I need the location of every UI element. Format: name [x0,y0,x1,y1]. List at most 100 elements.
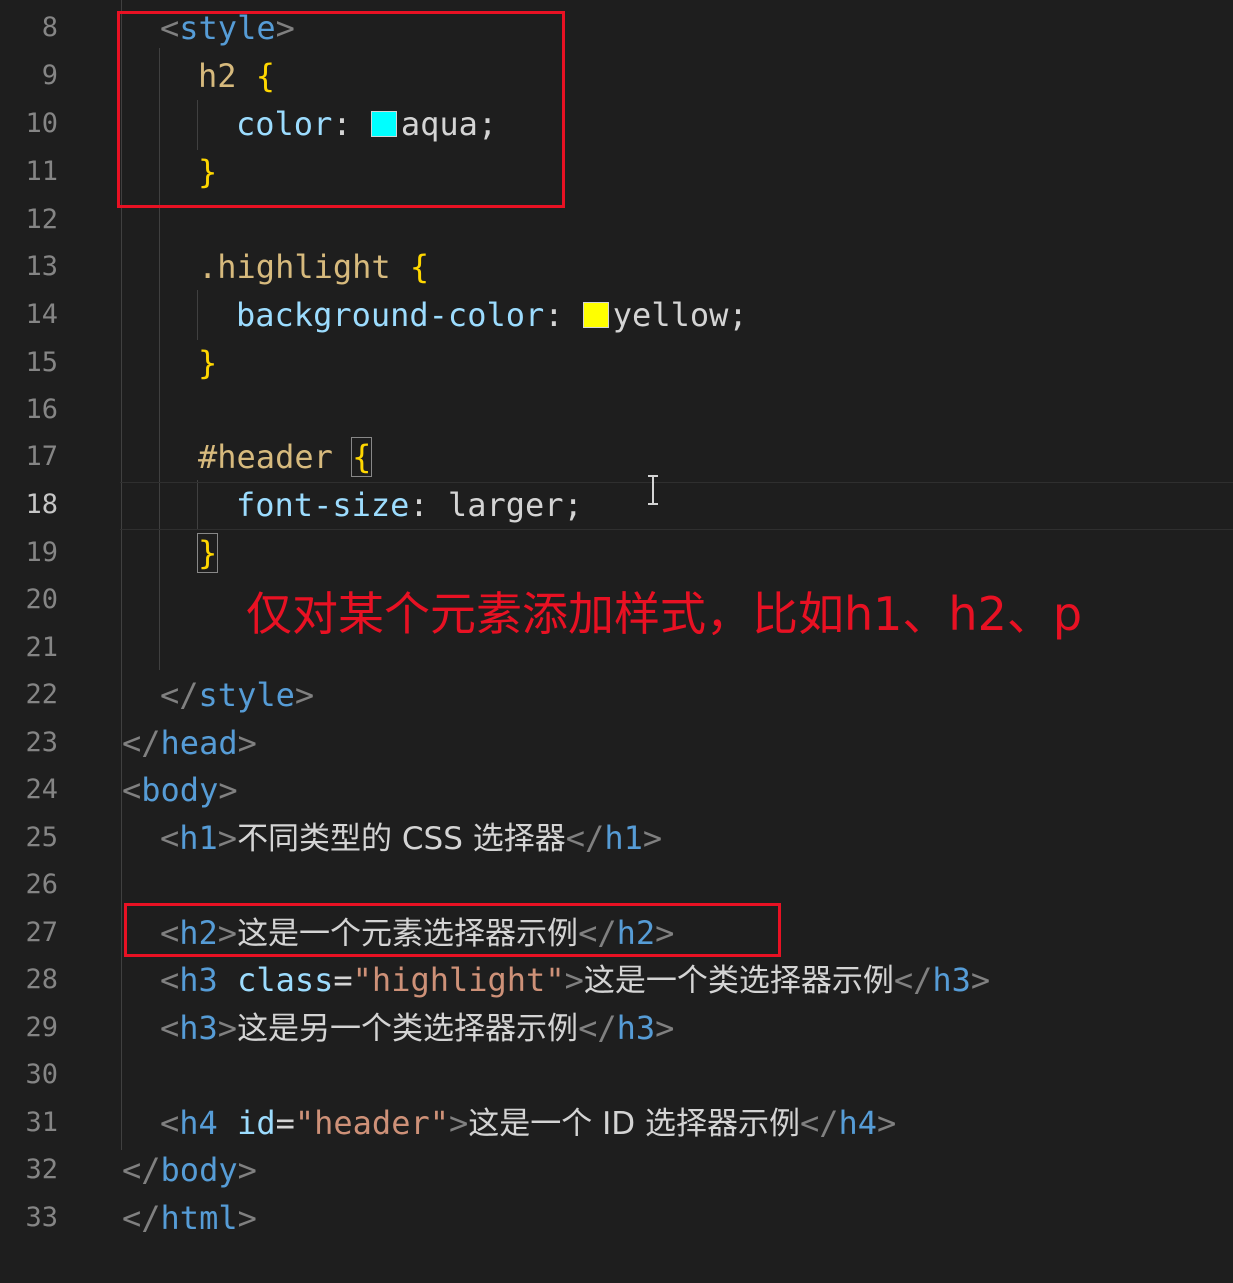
code-token: 这是另一个类选择器示例 [237,1011,579,1047]
text-cursor-icon [648,475,658,505]
code-token: </ [122,1151,161,1189]
line-number: 12 [25,204,58,235]
code-token: h3 [179,961,218,999]
code-token: > [294,676,315,714]
code-token: larger [447,486,564,524]
code-token: = [275,1104,295,1142]
code-token: > [655,1009,675,1047]
line-number: 21 [25,632,58,663]
code-token: > [217,1009,238,1047]
annotation-box-h2-element [124,903,781,957]
line-number: 24 [25,774,58,805]
code-token: .highlight [198,248,391,286]
code-token: > [448,1104,469,1142]
line-number: 10 [25,108,58,139]
code-line[interactable]: <h4 id="header">这是一个 ID 选择器示例</h4> [160,1099,896,1148]
line-number: 32 [25,1154,58,1185]
code-token: 这是一个类选择器示例 [583,963,894,999]
code-line[interactable]: background-color: yellow; [236,291,748,339]
code-token: h3 [932,961,971,999]
code-token: class [237,961,334,999]
code-line[interactable]: .highlight { [198,243,429,291]
line-number: 27 [25,917,58,948]
line-number: 26 [25,869,58,900]
code-line[interactable]: } [196,529,219,577]
code-line[interactable]: </body> [122,1146,257,1194]
line-number: 11 [25,156,58,187]
code-token: > [564,961,584,999]
code-token: head [160,724,238,762]
code-token: </ [122,1199,161,1237]
code-line[interactable]: <body> [122,766,238,814]
code-token: body [160,1151,238,1189]
code-token: background-color [236,296,545,334]
code-token: > [642,819,663,857]
code-token: : [409,486,429,524]
code-token: h3 [179,1009,218,1047]
line-number: 23 [25,727,58,758]
code-token: </ [160,676,199,714]
code-token: < [160,1009,180,1047]
code-token: font-size [236,486,410,524]
indent-guide [197,290,198,340]
line-number: 30 [25,1059,58,1090]
code-token: </ [893,961,933,999]
line-number: 16 [25,394,58,425]
code-token: > [218,771,238,809]
code-token: > [237,724,257,762]
line-number: 17 [25,441,58,472]
annotation-box-style-rule [117,11,565,208]
line-number: 29 [25,1012,58,1043]
code-token: </ [122,724,161,762]
code-token: html [160,1199,238,1237]
code-token: ; [563,486,583,524]
line-number: 25 [25,822,58,853]
code-token: > [970,961,991,999]
code-token: < [122,771,142,809]
code-line[interactable]: </html> [122,1194,257,1242]
code-token: h1 [179,819,218,857]
code-token: h3 [616,1009,656,1047]
code-token: = [333,961,353,999]
code-token: 这是一个 ID 选择器示例 [468,1106,800,1142]
line-number: 28 [25,964,58,995]
code-token: > [237,1151,257,1189]
code-token: style [198,676,295,714]
code-token: </ [565,819,605,857]
code-line[interactable]: <h3 class="highlight">这是一个类选择器示例</h3> [160,956,990,1005]
line-number: 19 [25,537,58,568]
code-token: { [409,248,430,286]
code-token: h1 [604,819,643,857]
line-number: 14 [25,299,58,330]
code-line[interactable]: <h1>不同类型的 CSS 选择器</h1> [160,814,662,863]
code-token: < [160,961,180,999]
code-line[interactable]: #header { [198,433,373,481]
code-token: > [877,1104,897,1142]
line-number: 31 [25,1107,58,1138]
code-token: < [160,819,180,857]
line-number: 13 [25,251,58,282]
line-number: 22 [25,679,58,710]
code-token: h4 [179,1104,218,1142]
line-number: 33 [25,1202,58,1233]
code-editor[interactable]: 8 <style> 9 h2 { 10 color: aqua; 11 } 12… [0,0,1233,1283]
code-token: > [217,819,238,857]
line-number-active: 18 [25,489,58,520]
code-token: > [237,1199,257,1237]
code-token: #header [198,438,333,476]
code-line[interactable]: <h3>这是另一个类选择器示例</h3> [160,1004,674,1053]
code-line[interactable]: </head> [122,719,257,767]
line-number: 20 [25,584,58,615]
annotation-text: 仅对某个元素添加样式，比如h1、h2、p [246,587,1083,641]
code-line[interactable]: </style> [160,671,314,719]
color-swatch-yellow[interactable] [582,302,609,328]
code-token: < [160,1104,180,1142]
line-number: 8 [41,12,58,43]
code-token: "highlight" [352,961,565,999]
code-token: ; [728,296,748,334]
code-line[interactable]: } [198,339,217,387]
code-token: h4 [838,1104,878,1142]
code-token: body [141,771,219,809]
code-line[interactable]: font-size: larger; [236,481,583,529]
code-token: "header" [294,1104,449,1142]
